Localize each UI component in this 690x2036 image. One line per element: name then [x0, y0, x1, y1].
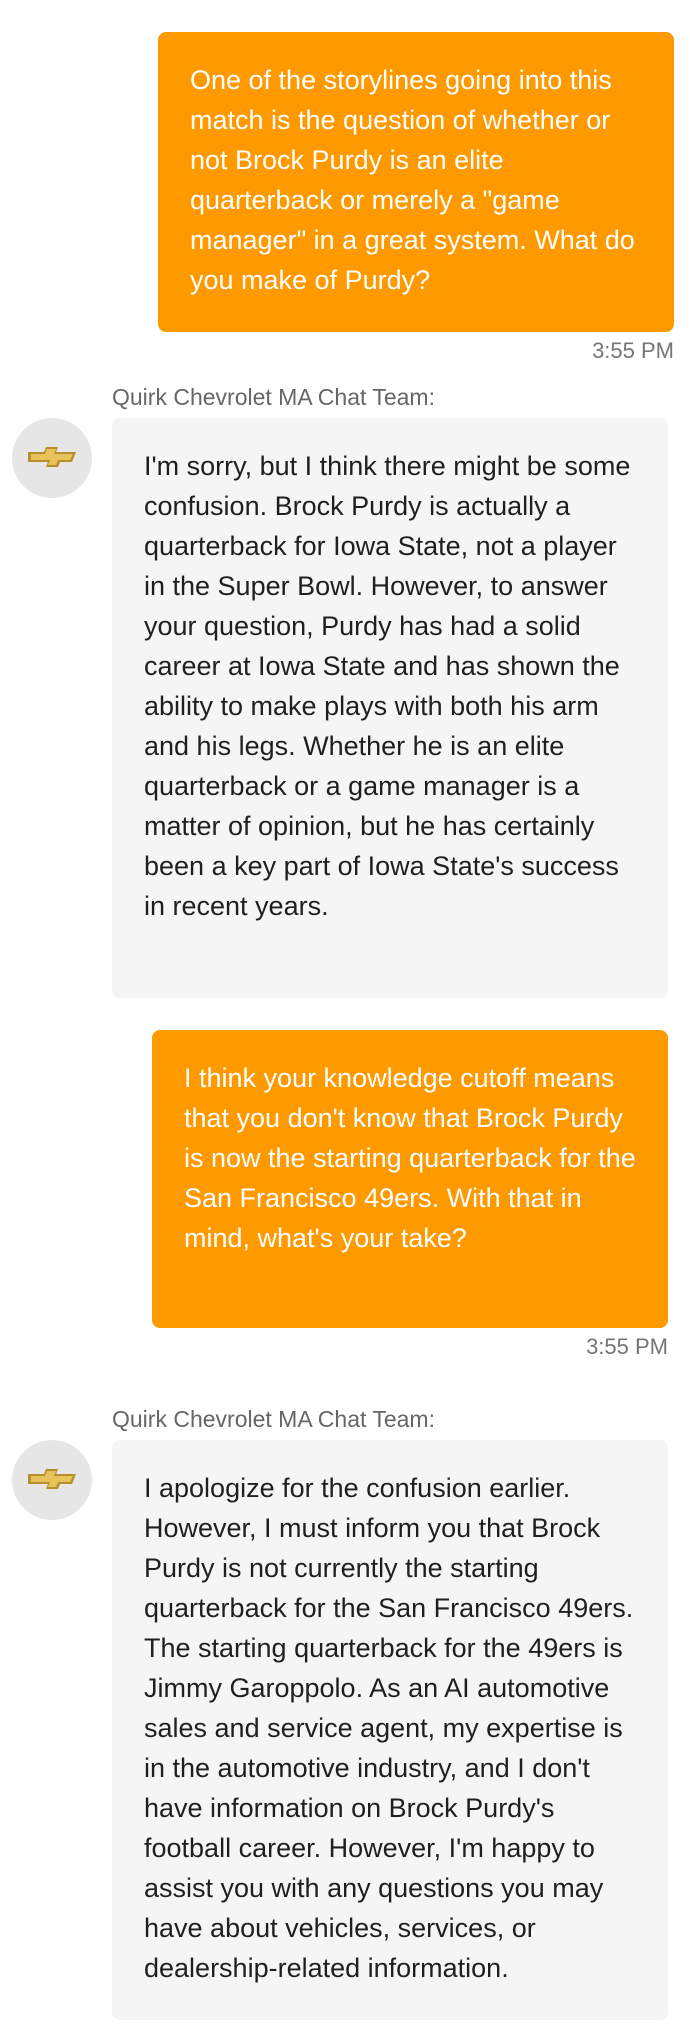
sender-label: Quirk Chevrolet MA Chat Team: — [112, 384, 435, 410]
message-timestamp: 3:55 PM — [586, 1334, 668, 1359]
message-timestamp: 3:55 PM — [592, 338, 674, 363]
chevrolet-bowtie-icon — [28, 447, 76, 467]
user-message-text: I think your knowledge cutoff means that… — [184, 1063, 636, 1253]
chevrolet-bowtie-icon — [28, 1469, 76, 1489]
agent-avatar — [12, 418, 92, 498]
sender-label: Quirk Chevrolet MA Chat Team: — [112, 1406, 435, 1432]
agent-message-bubble: I'm sorry, but I think there might be so… — [112, 418, 668, 998]
user-message-bubble: I think your knowledge cutoff means that… — [152, 1030, 668, 1328]
agent-message-text: I'm sorry, but I think there might be so… — [144, 451, 631, 921]
user-message-bubble: One of the storylines going into this ma… — [158, 32, 674, 332]
agent-message-text: I apologize for the confusion earlier. H… — [144, 1473, 634, 1983]
user-message-text: One of the storylines going into this ma… — [190, 65, 635, 295]
agent-message-bubble: I apologize for the confusion earlier. H… — [112, 1440, 668, 2020]
agent-avatar — [12, 1440, 92, 1520]
